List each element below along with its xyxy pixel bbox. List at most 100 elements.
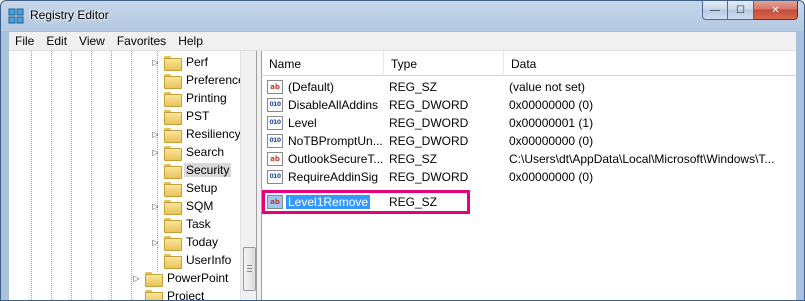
menu-bar: File Edit View Favorites Help: [9, 32, 796, 51]
tree-item-label: Project: [167, 289, 205, 300]
tree-item[interactable]: ▷ PowerPoint: [132, 269, 230, 287]
value-name: OutlookSecureT...: [288, 152, 384, 166]
expand-arrow-icon: [151, 256, 160, 265]
list-header: Name Type Data: [262, 51, 796, 76]
value-type: REG_DWORD: [389, 116, 469, 130]
expand-arrow-icon[interactable]: ▷: [151, 202, 160, 211]
dword-value-icon: 010: [267, 134, 283, 148]
tree-item-label: Search: [186, 145, 225, 159]
tree-item[interactable]: PST: [151, 107, 211, 125]
value-type: REG_SZ: [389, 152, 438, 166]
folder-icon: [164, 91, 182, 107]
expand-arrow-icon[interactable]: ▷: [151, 58, 160, 67]
registry-editor-app-icon: [8, 8, 24, 24]
tree-item-label: Security: [184, 163, 232, 177]
expand-arrow-icon: [151, 184, 160, 193]
tree-item[interactable]: ▷ Resiliency: [151, 125, 243, 143]
tree-item-label: Perf: [186, 55, 209, 69]
folder-icon: [164, 235, 182, 251]
tree-item[interactable]: ▷ Today: [151, 233, 220, 251]
expand-arrow-icon: [151, 76, 160, 85]
menu-file[interactable]: File: [9, 32, 40, 51]
value-name: Level: [288, 116, 317, 130]
scrollbar-thumb[interactable]: [243, 247, 256, 291]
tree-item-label: UserInfo: [186, 253, 232, 267]
tree-item-label: Resiliency: [186, 127, 241, 141]
expand-arrow-icon: [151, 94, 160, 103]
folder-icon: [145, 289, 163, 300]
title-bar[interactable]: Registry Editor — ☐ ✕: [1, 1, 804, 31]
list-row[interactable]: 010 Level REG_DWORD 0x00000001 (1): [262, 114, 796, 132]
tree-item[interactable]: Printing: [151, 89, 229, 107]
expand-arrow-icon: [151, 220, 160, 229]
value-data: 0x00000001 (1): [509, 116, 594, 130]
tree-item[interactable]: ▷ Search: [151, 143, 226, 161]
menu-help[interactable]: Help: [172, 32, 209, 51]
tree-item[interactable]: Preferences: [151, 71, 253, 89]
tree-item[interactable]: ▷ SQM: [151, 197, 215, 215]
list-row[interactable]: 010 NoTBPromptUn... REG_DWORD 0x00000000 …: [262, 132, 796, 150]
folder-icon: [164, 73, 182, 89]
menu-view[interactable]: View: [73, 32, 111, 51]
menu-edit[interactable]: Edit: [40, 32, 73, 51]
tree-item[interactable]: Task: [151, 215, 213, 233]
expand-arrow-icon[interactable]: ▷: [151, 238, 160, 247]
folder-icon: [164, 127, 182, 143]
value-name: RequireAddinSig: [288, 170, 379, 184]
client-area: ▷ Perf Preferences Printing PST ▷ Resili…: [9, 51, 796, 300]
value-data: C:\Users\dt\AppData\Local\Microsoft\Wind…: [509, 152, 775, 166]
value-name: (Default): [288, 80, 335, 94]
maximize-button[interactable]: ☐: [728, 1, 754, 20]
value-type: REG_DWORD: [389, 170, 469, 184]
tree-item[interactable]: Project: [132, 287, 206, 300]
folder-icon: [164, 181, 182, 197]
list-row[interactable]: 010 DisableAllAddins REG_DWORD 0x00000000…: [262, 96, 796, 114]
expand-arrow-icon[interactable]: ▷: [132, 274, 141, 283]
value-data: 0x00000000 (0): [509, 170, 594, 184]
tree-item[interactable]: Setup: [151, 179, 219, 197]
caption-buttons: — ☐ ✕: [702, 1, 798, 20]
close-button[interactable]: ✕: [754, 1, 798, 20]
folder-icon: [164, 253, 182, 269]
tree-guide-lines: [9, 51, 169, 300]
list-row[interactable]: ab (Default) REG_SZ (value not set): [262, 78, 796, 96]
expand-arrow-icon: [132, 292, 141, 301]
registry-values-list[interactable]: Name Type Data ab (Default) REG_SZ (value…: [261, 51, 796, 300]
registry-key-tree[interactable]: ▷ Perf Preferences Printing PST ▷ Resili…: [9, 51, 257, 300]
expand-arrow-icon[interactable]: ▷: [151, 148, 160, 157]
tree-item-label: Printing: [186, 91, 227, 105]
folder-icon: [164, 199, 182, 215]
tree-vertical-scrollbar[interactable]: [240, 51, 256, 300]
folder-icon: [164, 109, 182, 125]
annotation-highlight-box: [262, 190, 470, 214]
tree-item-label: SQM: [186, 199, 214, 213]
column-header-type[interactable]: Type: [384, 51, 504, 76]
folder-icon: [145, 271, 163, 287]
string-value-icon: ab: [267, 152, 283, 166]
tree-item[interactable]: ▷ Perf: [151, 53, 210, 71]
value-name: NoTBPromptUn...: [288, 134, 383, 148]
tree-item-label: PowerPoint: [167, 271, 229, 285]
value-data: 0x00000000 (0): [509, 98, 594, 112]
tree-item[interactable]: UserInfo: [151, 251, 233, 269]
column-header-name[interactable]: Name: [262, 51, 384, 76]
tree-item-label: Today: [186, 235, 219, 249]
folder-icon: [164, 163, 182, 179]
minimize-button[interactable]: —: [702, 1, 728, 20]
expand-arrow-icon[interactable]: ▷: [151, 130, 160, 139]
list-row[interactable]: 010 RequireAddinSig REG_DWORD 0x00000000 …: [262, 168, 796, 186]
folder-icon: [164, 217, 182, 233]
tree-item-label: Task: [186, 217, 211, 231]
value-type: REG_DWORD: [389, 98, 469, 112]
menu-favorites[interactable]: Favorites: [111, 32, 172, 51]
registry-editor-window: Registry Editor — ☐ ✕ File Edit View Fav…: [0, 0, 805, 301]
column-header-data[interactable]: Data: [504, 51, 796, 76]
value-type: REG_DWORD: [389, 134, 469, 148]
string-value-icon: ab: [267, 80, 283, 94]
window-title: Registry Editor: [30, 8, 109, 22]
list-row[interactable]: ab OutlookSecureT... REG_SZ C:\Users\dt\A…: [262, 150, 796, 168]
folder-icon: [164, 55, 182, 71]
tree-item-security-selected[interactable]: Security: [151, 161, 232, 179]
value-type: REG_SZ: [389, 80, 438, 94]
value-data: [509, 193, 796, 211]
